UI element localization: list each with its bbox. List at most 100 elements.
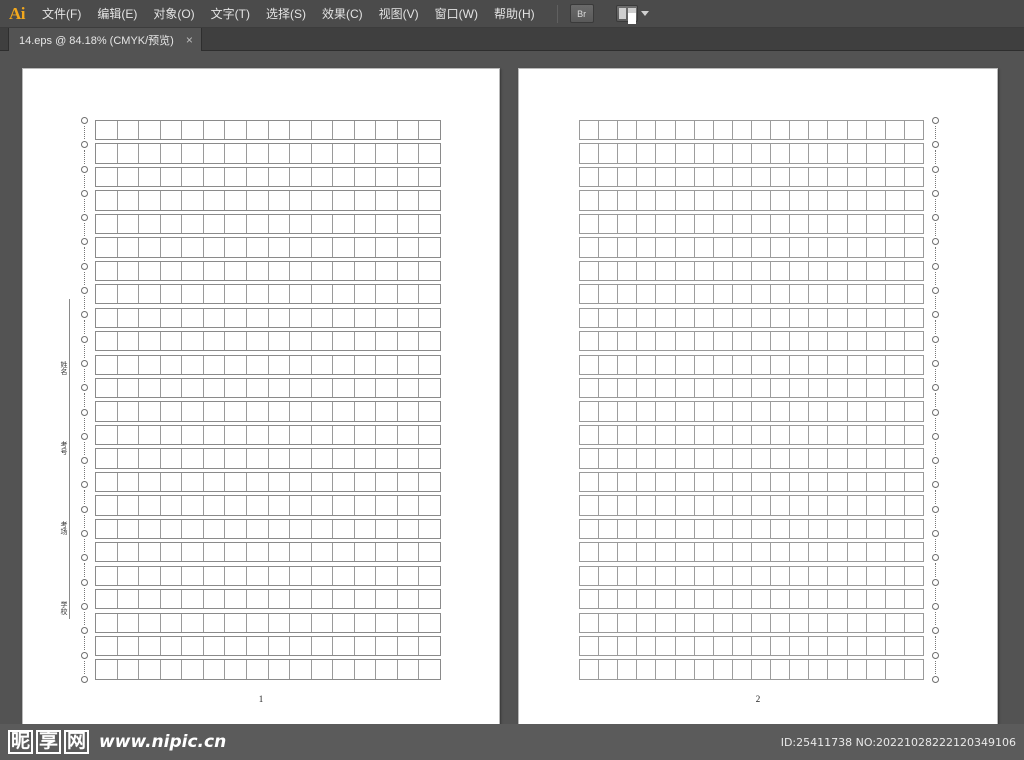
grid-cell [225, 378, 247, 398]
grid-cell [96, 496, 118, 515]
grid-cell [695, 191, 714, 210]
grid-cell [269, 449, 291, 468]
menu-view[interactable]: 视图(V) [371, 0, 427, 28]
grid-cell [161, 543, 183, 562]
artboard-page-1[interactable]: 姓名 考号 考场 学校 1 [22, 68, 500, 740]
grid-cell [139, 566, 161, 585]
grid-row [579, 377, 924, 399]
grid-cell [886, 566, 905, 585]
grid-cell [828, 308, 848, 327]
grid-cell [419, 285, 440, 303]
grid-cell [225, 472, 247, 492]
grid-cell [599, 519, 619, 538]
grid-cell [637, 355, 657, 374]
grid-cell [599, 590, 619, 609]
field-label: 学校 [60, 601, 68, 615]
grid-cell [355, 496, 377, 515]
grid-cell [790, 636, 810, 656]
grid-cell [714, 378, 733, 398]
artboard-page-2[interactable]: 2 [518, 68, 998, 740]
binding-hole [931, 141, 939, 149]
grid-cell [419, 449, 440, 467]
menu-window[interactable]: 窗口(W) [427, 0, 486, 28]
grid-cell [139, 285, 161, 304]
grid-cell [161, 425, 183, 445]
grid-cell [828, 285, 848, 304]
grid-cell [905, 660, 923, 678]
grid-cell [771, 472, 791, 492]
grid-cell [695, 332, 714, 351]
grid-cell [139, 519, 161, 538]
grid-cell [714, 543, 733, 562]
grid-cell [905, 262, 923, 280]
grid-cell [333, 636, 355, 656]
grid-cell [139, 191, 161, 210]
grid-row [579, 120, 924, 141]
grid-cell [139, 308, 161, 327]
grid-cell [161, 613, 183, 632]
grid-cell [398, 355, 420, 374]
binding-holes-left [78, 117, 90, 683]
grid-cell [656, 425, 676, 445]
menu-effect[interactable]: 效果(C) [314, 0, 371, 28]
grid-cell [676, 121, 695, 140]
grid-cell [580, 566, 600, 585]
grid-cell [333, 144, 355, 163]
binding-hole-connector [83, 539, 85, 553]
document-canvas[interactable]: 姓名 考号 考场 学校 1 2 [0, 51, 1024, 760]
binding-hole [931, 384, 939, 392]
grid-cell [580, 613, 600, 632]
grid-cell [790, 402, 810, 421]
grid-cell [419, 238, 440, 256]
grid-cell [848, 285, 867, 304]
menu-help[interactable]: 帮助(H) [486, 0, 543, 28]
arrange-documents-icon [615, 5, 638, 24]
grid-cell [618, 121, 638, 140]
binding-hole [931, 359, 939, 367]
grid-cell [790, 425, 810, 445]
grid-cell [376, 167, 398, 187]
field-label: 考场 [60, 521, 68, 535]
grid-cell [905, 356, 923, 374]
grid-cell [695, 144, 714, 163]
grid-cell [419, 121, 440, 139]
grid-cell [599, 472, 619, 492]
document-tab[interactable]: 14.eps @ 84.18% (CMYK/预览) × [8, 28, 202, 51]
grid-cell [204, 214, 226, 234]
grid-cell [752, 214, 772, 234]
menu-select[interactable]: 选择(S) [258, 0, 314, 28]
grid-cell [828, 496, 848, 515]
menu-edit[interactable]: 编辑(E) [89, 0, 145, 28]
grid-cell [905, 473, 923, 491]
binding-hole [80, 238, 88, 246]
grid-cell [182, 543, 204, 562]
grid-cell [618, 378, 638, 398]
grid-cell [752, 191, 772, 210]
grid-cell [714, 425, 733, 445]
grid-cell [312, 472, 334, 492]
grid-cell [419, 426, 440, 444]
grid-cell [290, 519, 312, 538]
arrange-documents-button[interactable] [615, 5, 649, 24]
grid-cell [118, 402, 140, 421]
grid-cell [905, 191, 923, 209]
grid-cell [355, 378, 377, 398]
grid-cell [247, 425, 269, 445]
menu-file[interactable]: 文件(F) [34, 0, 89, 28]
grid-cell [618, 308, 638, 327]
grid-cell [355, 566, 377, 585]
grid-cell [139, 402, 161, 421]
close-icon[interactable]: × [186, 34, 193, 46]
grid-cell [676, 144, 695, 163]
grid-cell [656, 472, 676, 492]
grid-cell [867, 636, 886, 656]
grid-cell [333, 566, 355, 585]
grid-cell [828, 332, 848, 351]
bridge-button[interactable]: Br [569, 4, 594, 23]
manuscript-grid-page-1 [95, 120, 441, 680]
grid-cell [96, 285, 118, 304]
grid-cell [599, 636, 619, 656]
menu-type[interactable]: 文字(T) [203, 0, 258, 28]
menu-object[interactable]: 对象(O) [145, 0, 202, 28]
grid-cell [333, 613, 355, 632]
